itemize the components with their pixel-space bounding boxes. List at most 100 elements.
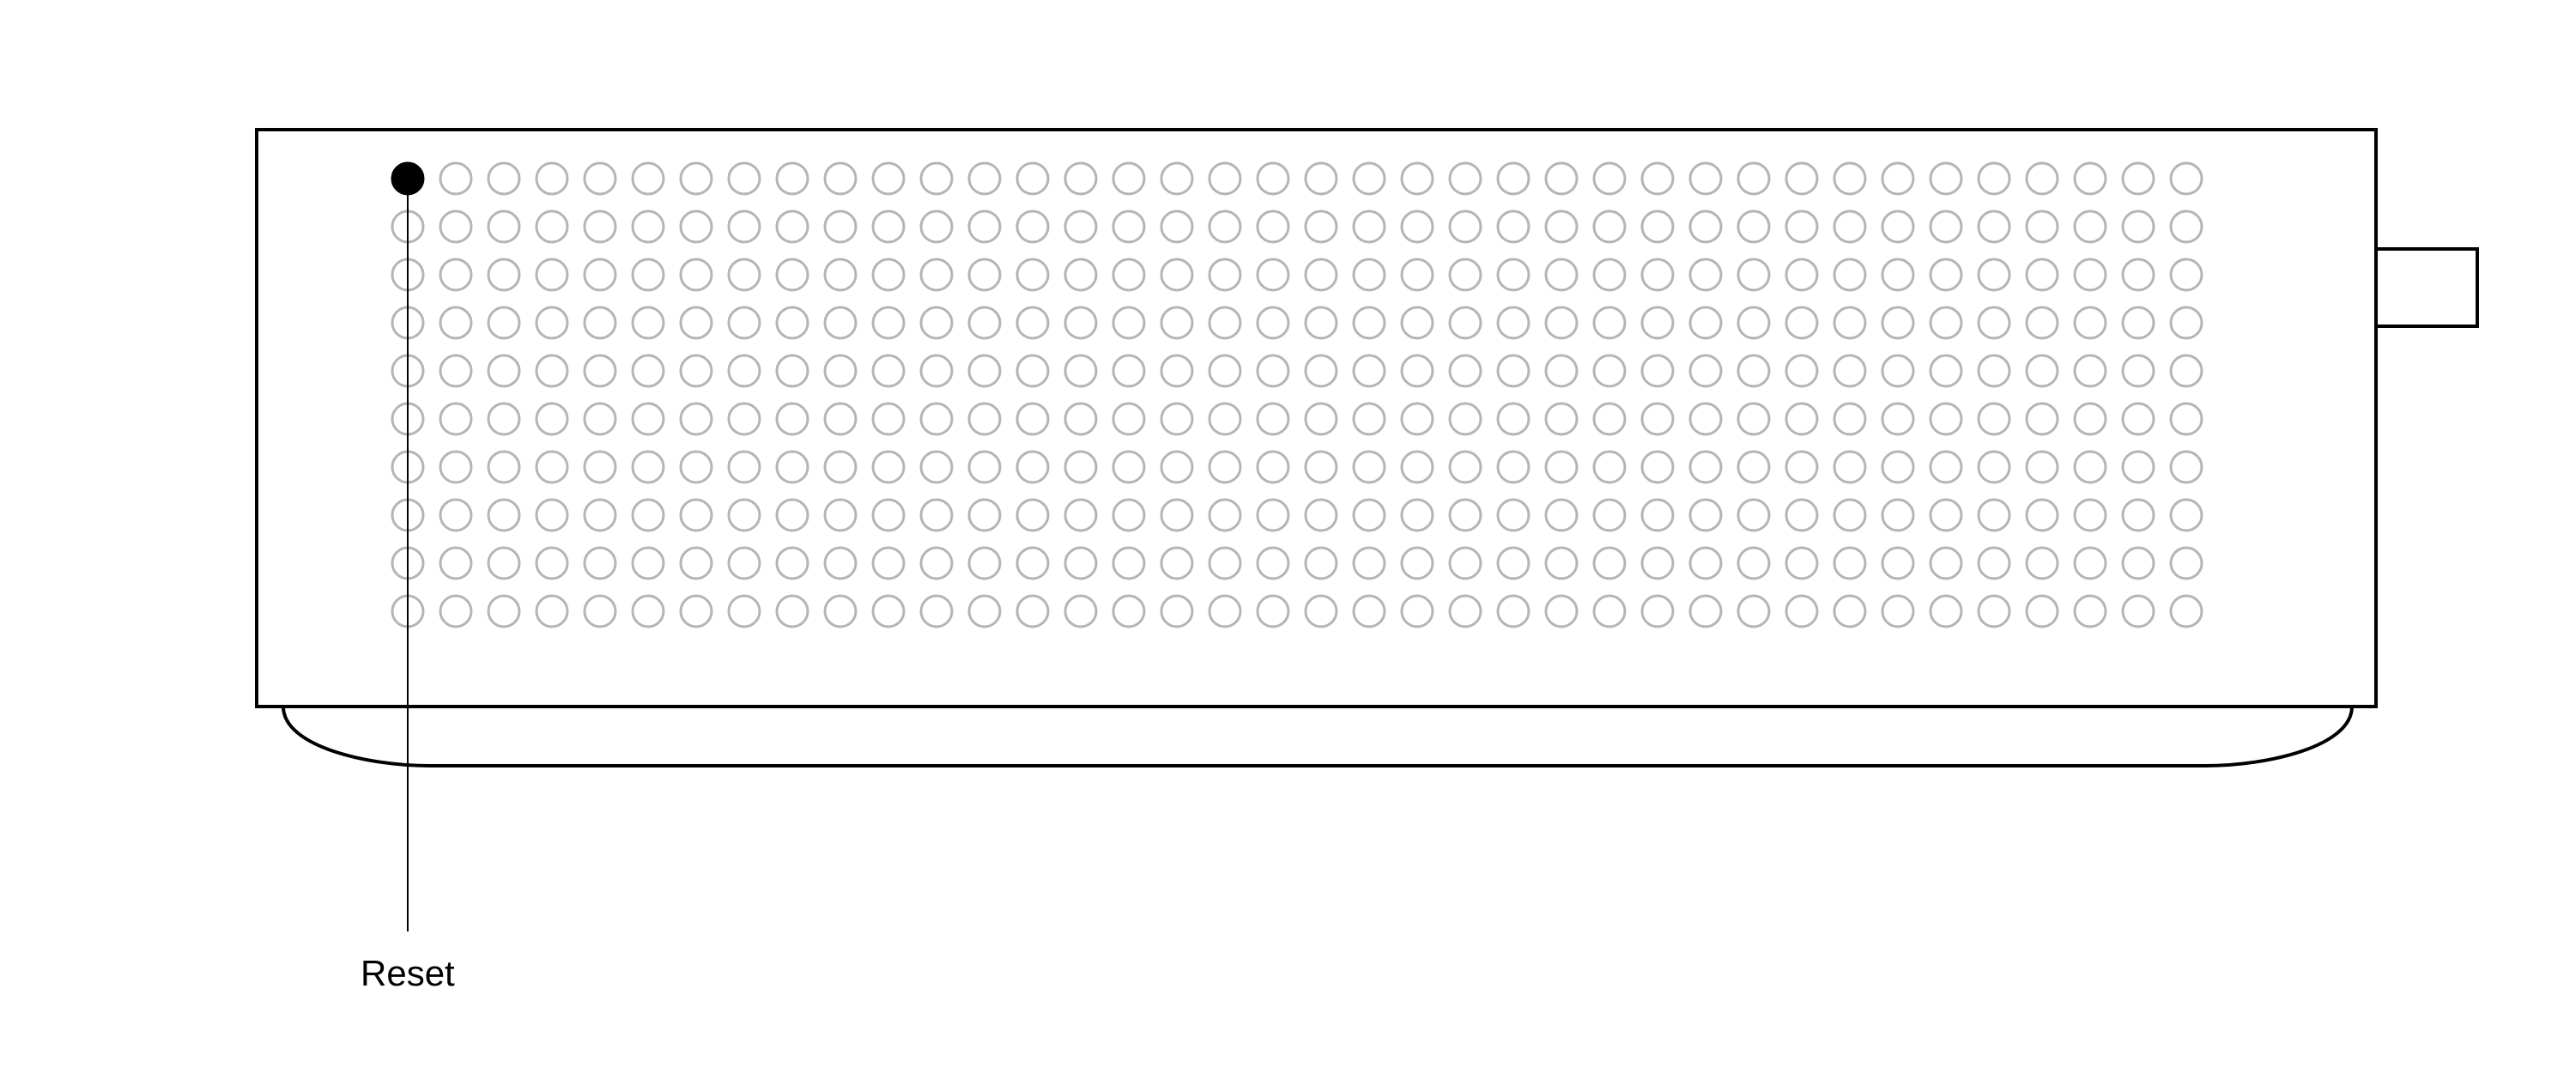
vent-hole: [1402, 307, 1433, 338]
vent-hole: [440, 452, 471, 482]
vent-hole: [1834, 596, 1865, 627]
vent-hole: [777, 259, 808, 290]
vent-hole: [1161, 596, 1192, 627]
vent-hole: [1113, 259, 1144, 290]
vent-hole: [1930, 259, 1961, 290]
vent-hole: [1354, 355, 1385, 386]
vent-hole: [1690, 163, 1721, 194]
vent-hole: [585, 355, 615, 386]
vent-hole: [2171, 355, 2202, 386]
vent-hole: [873, 355, 904, 386]
vent-hole: [1209, 355, 1240, 386]
vent-hole: [825, 403, 856, 434]
vent-hole: [2171, 259, 2202, 290]
vent-hole: [921, 163, 952, 194]
vent-hole: [1450, 355, 1481, 386]
vent-hole: [825, 163, 856, 194]
vent-hole: [1498, 259, 1529, 290]
vent-hole: [488, 211, 519, 242]
vent-hole: [1642, 259, 1673, 290]
vent-hole: [873, 596, 904, 627]
vent-hole: [1594, 211, 1625, 242]
vent-hole: [873, 307, 904, 338]
vent-hole: [1594, 355, 1625, 386]
vent-hole: [536, 259, 567, 290]
vent-hole: [536, 355, 567, 386]
vent-hole: [1402, 163, 1433, 194]
vent-hole: [2075, 403, 2106, 434]
vent-hole: [536, 500, 567, 531]
vent-hole: [1738, 452, 1769, 482]
vent-hole: [1017, 403, 1048, 434]
vent-hole: [1834, 548, 1865, 579]
vent-hole: [1642, 596, 1673, 627]
vent-hole: [1161, 500, 1192, 531]
vent-hole: [536, 307, 567, 338]
vent-hole: [1450, 500, 1481, 531]
vent-hole: [729, 403, 760, 434]
vent-hole: [1498, 403, 1529, 434]
vent-hole: [1450, 403, 1481, 434]
vent-hole: [1113, 307, 1144, 338]
vent-hole: [1786, 355, 1817, 386]
vent-hole: [1882, 259, 1913, 290]
vent-hole: [2075, 307, 2106, 338]
vent-hole: [1209, 500, 1240, 531]
vent-hole: [2123, 307, 2154, 338]
vent-hole: [1979, 355, 2009, 386]
vent-hole: [681, 163, 712, 194]
vent-hole: [1161, 548, 1192, 579]
vent-hole: [1546, 355, 1577, 386]
vent-hole: [585, 548, 615, 579]
vent-hole: [1161, 211, 1192, 242]
vent-hole: [1354, 500, 1385, 531]
vent-hole: [921, 259, 952, 290]
vent-hole: [536, 596, 567, 627]
vent-hole: [2027, 403, 2058, 434]
vent-hole: [1209, 307, 1240, 338]
vent-hole: [1065, 500, 1096, 531]
vent-hole: [440, 211, 471, 242]
vent-hole: [921, 500, 952, 531]
vent-hole: [1930, 163, 1961, 194]
vent-hole: [1065, 307, 1096, 338]
vent-hole: [1882, 163, 1913, 194]
vent-hole: [1161, 259, 1192, 290]
vent-hole: [1594, 259, 1625, 290]
vent-hole: [1979, 403, 2009, 434]
vent-hole: [777, 307, 808, 338]
vent-hole: [825, 307, 856, 338]
vent-hole: [1113, 355, 1144, 386]
vent-hole: [1786, 500, 1817, 531]
vent-hole: [1161, 403, 1192, 434]
vent-hole: [2171, 163, 2202, 194]
vent-hole: [729, 211, 760, 242]
vent-hole: [2075, 211, 2106, 242]
vent-hole: [1209, 452, 1240, 482]
vent-hole: [1738, 259, 1769, 290]
vent-hole: [1306, 500, 1336, 531]
vent-hole: [1546, 548, 1577, 579]
vent-hole: [2123, 163, 2154, 194]
vent-hole: [1642, 403, 1673, 434]
vent-hole: [440, 307, 471, 338]
vent-hole: [585, 307, 615, 338]
vent-hole: [729, 452, 760, 482]
vent-hole: [1209, 259, 1240, 290]
vent-hole: [1113, 211, 1144, 242]
vent-hole: [2027, 163, 2058, 194]
vent-hole: [1834, 403, 1865, 434]
vent-hole: [729, 355, 760, 386]
vent-hole: [1306, 307, 1336, 338]
vent-hole: [1306, 211, 1336, 242]
vent-hole: [2123, 548, 2154, 579]
vent-hole: [488, 452, 519, 482]
vent-hole: [1546, 500, 1577, 531]
vent-hole: [1834, 259, 1865, 290]
vent-hole: [1546, 403, 1577, 434]
vent-hole: [2075, 259, 2106, 290]
vent-hole: [1498, 596, 1529, 627]
vent-hole: [1979, 307, 2009, 338]
vent-hole: [440, 163, 471, 194]
vent-hole: [536, 548, 567, 579]
